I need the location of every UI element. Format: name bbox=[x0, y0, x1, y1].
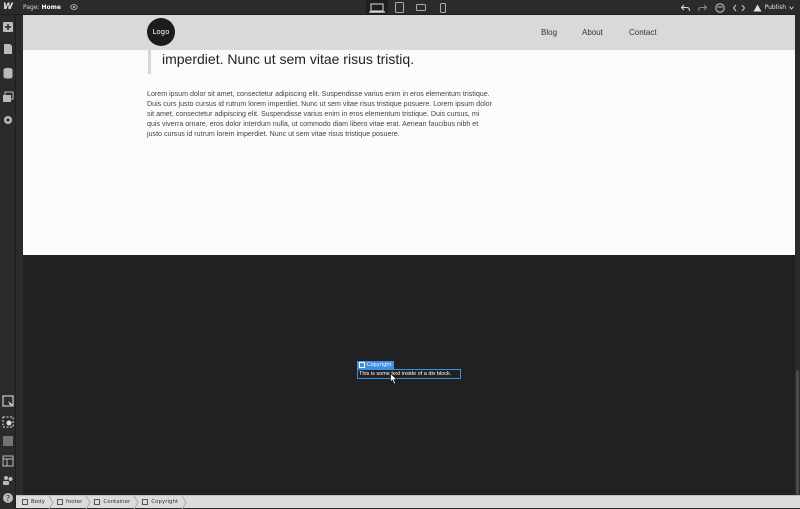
section-icon bbox=[56, 499, 63, 505]
device-switcher bbox=[366, 0, 454, 15]
mobile-landscape-icon bbox=[416, 4, 426, 11]
top-right-actions: Publish bbox=[680, 0, 800, 15]
chevron-right-icon bbox=[181, 495, 187, 509]
interactions-icon[interactable] bbox=[2, 455, 14, 467]
svg-text:?: ? bbox=[6, 494, 10, 503]
help-icon[interactable]: ? bbox=[2, 492, 14, 504]
site-logo[interactable]: Logo bbox=[147, 18, 175, 46]
breadcrumb-label: Body bbox=[31, 499, 45, 505]
mobile-portrait-icon bbox=[440, 2, 446, 13]
container-icon bbox=[94, 499, 101, 505]
scrollbar-thumb[interactable] bbox=[796, 370, 799, 495]
add-panel-icon[interactable] bbox=[2, 21, 14, 33]
audit-icon[interactable] bbox=[2, 435, 14, 447]
copyright-text-block[interactable]: This is some text inside of a div block. bbox=[357, 369, 461, 379]
undo-icon[interactable] bbox=[680, 4, 690, 12]
body-paragraph[interactable]: Lorem ipsum dolor sit amet, consectetur … bbox=[147, 89, 492, 139]
selected-element-name: Copyright bbox=[367, 362, 392, 368]
wordpress-icon[interactable] bbox=[714, 2, 725, 13]
selected-element-label: Copyright bbox=[357, 361, 395, 369]
redo-icon[interactable] bbox=[697, 4, 707, 12]
breadcrumb-label: Container bbox=[103, 499, 131, 505]
desktop-icon bbox=[369, 3, 385, 13]
element-breadcrumb: Body footer Container Copyright bbox=[16, 495, 800, 509]
div-block-icon bbox=[359, 362, 365, 368]
site-navbar: Logo Blog About Contact bbox=[23, 15, 795, 50]
desktop-view-button[interactable] bbox=[366, 0, 388, 15]
assets-icon[interactable] bbox=[2, 91, 14, 103]
publish-label: Publish bbox=[764, 4, 786, 11]
breadcrumb-item-copyright[interactable]: Copyright bbox=[136, 495, 187, 509]
mouse-cursor-icon bbox=[390, 373, 398, 385]
mobile-landscape-view-button[interactable] bbox=[410, 0, 432, 15]
top-bar: W Page: Home Publish bbox=[0, 0, 800, 15]
div-block-icon bbox=[142, 499, 149, 505]
footer-section[interactable]: Copyright This is some text inside of a … bbox=[23, 255, 795, 495]
chevron-down-icon bbox=[789, 5, 794, 10]
webflow-logo-icon[interactable]: W bbox=[3, 2, 14, 13]
left-toolbar: ? bbox=[0, 15, 16, 508]
breadcrumb-item-footer[interactable]: footer bbox=[51, 495, 91, 509]
code-icon[interactable] bbox=[732, 4, 745, 12]
nav-link-blog[interactable]: Blog bbox=[541, 28, 557, 37]
body-icon bbox=[22, 499, 28, 505]
designer-canvas[interactable]: Logo Blog About Contact imperdiet. Nunc … bbox=[23, 15, 795, 495]
nav-link-about[interactable]: About bbox=[582, 28, 603, 37]
breadcrumb-item-body[interactable]: Body bbox=[16, 495, 54, 509]
mobile-portrait-view-button[interactable] bbox=[432, 0, 454, 15]
publish-button[interactable]: Publish bbox=[753, 4, 794, 12]
canvas-scrollbar[interactable] bbox=[795, 15, 800, 495]
pages-icon[interactable] bbox=[2, 43, 14, 55]
style-select-icon[interactable] bbox=[2, 416, 14, 428]
nav-link-contact[interactable]: Contact bbox=[629, 28, 657, 37]
tablet-icon bbox=[394, 2, 404, 13]
publish-icon bbox=[753, 4, 762, 11]
breadcrumb-item-container[interactable]: Container bbox=[88, 495, 139, 509]
breadcrumb-label: Copyright bbox=[151, 499, 179, 505]
navigator-icon[interactable] bbox=[2, 395, 14, 407]
tablet-view-button[interactable] bbox=[388, 0, 410, 15]
settings-icon[interactable] bbox=[2, 114, 14, 126]
cms-icon[interactable] bbox=[2, 67, 14, 79]
blockquote[interactable]: imperdiet. Nunc ut sem vitae risus trist… bbox=[148, 50, 488, 74]
page-label: Page: bbox=[23, 4, 40, 11]
page-name: Home bbox=[41, 4, 61, 11]
page-selector[interactable]: Page: Home bbox=[23, 4, 61, 11]
users-icon[interactable] bbox=[2, 474, 14, 486]
eye-icon[interactable] bbox=[70, 3, 78, 11]
breadcrumb-label: footer bbox=[65, 499, 83, 505]
